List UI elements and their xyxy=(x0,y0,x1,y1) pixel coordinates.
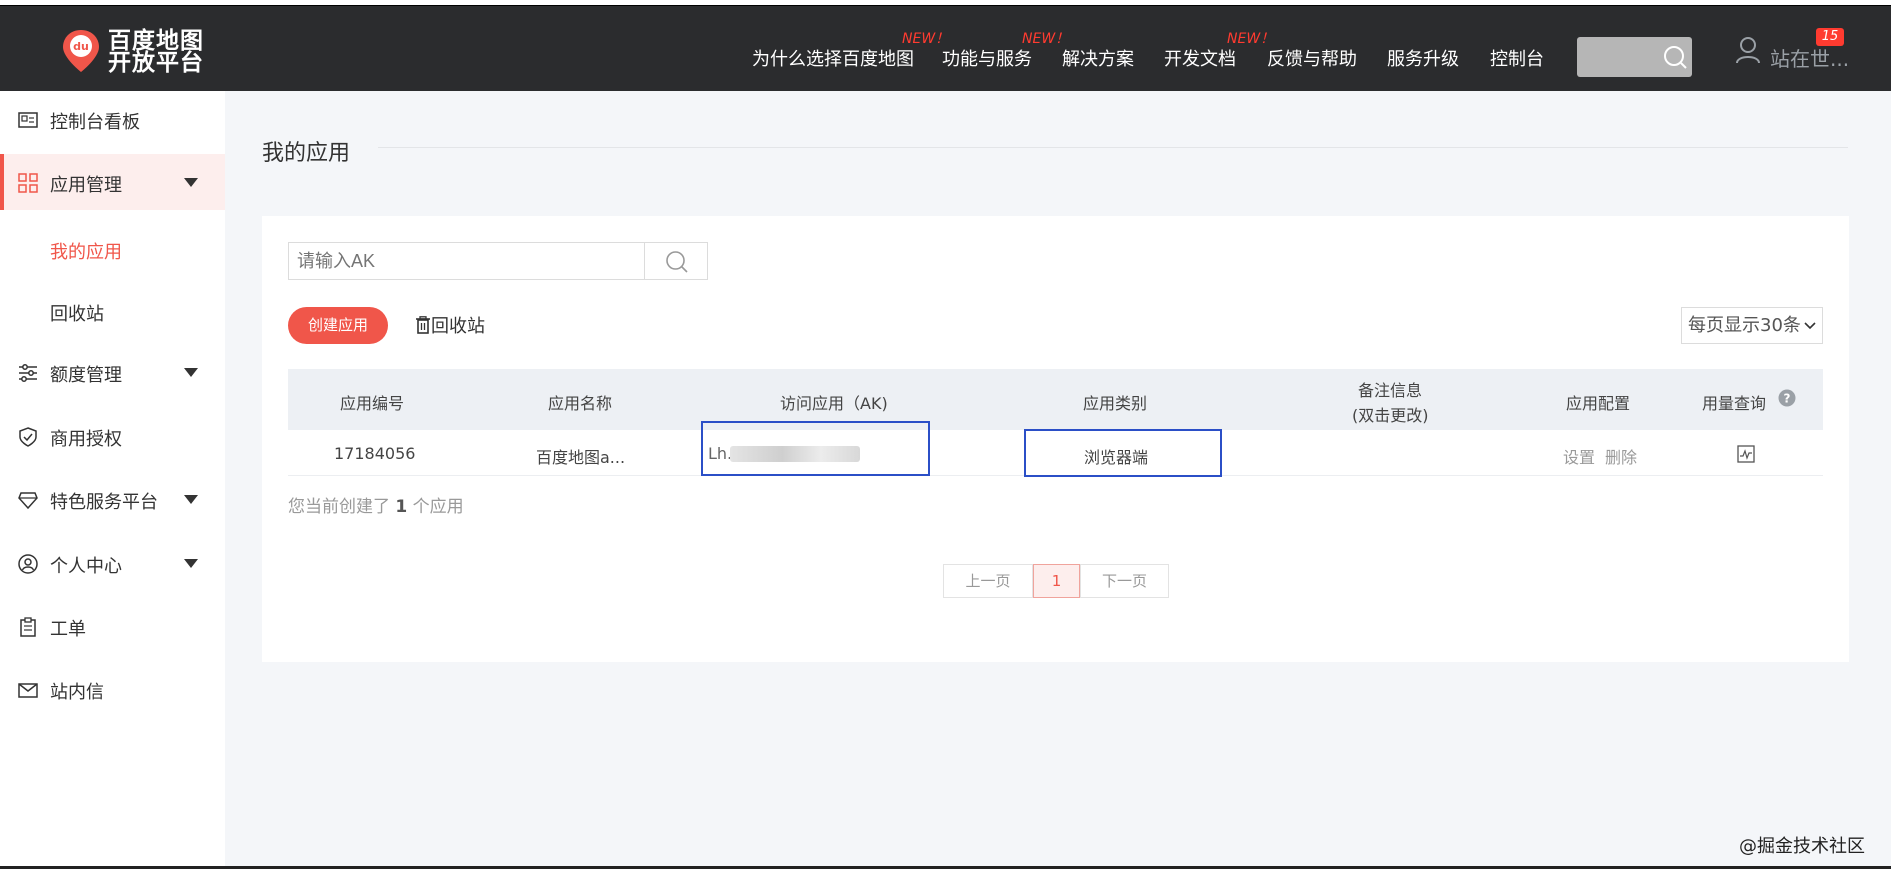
col-header-app-name: 应用名称 xyxy=(548,394,613,413)
col-header-ak: 访问应用（AK) xyxy=(780,394,888,413)
nav-console[interactable]: 控制台 xyxy=(1490,45,1544,71)
sidebar-item-label: 应用管理 xyxy=(50,175,122,196)
logo-line-2: 开放平台 xyxy=(108,50,204,76)
sidebar-item-label: 特色服务平台 xyxy=(50,492,158,513)
user-name[interactable]: 站在世... xyxy=(1770,43,1849,72)
sidebar: 控制台看板 应用管理 我的应用 回收站 额度管理 商用授权 特色服务平台 个人中… xyxy=(0,91,225,869)
nav-solutions[interactable]: 解决方案 xyxy=(1062,45,1134,71)
sidebar-item-quota-management[interactable]: 额度管理 xyxy=(0,344,225,400)
grid-icon xyxy=(18,173,38,193)
search-icon xyxy=(666,251,688,273)
sidebar-item-messages[interactable]: 站内信 xyxy=(0,661,225,717)
sidebar-item-commercial-license[interactable]: 商用授权 xyxy=(0,408,225,464)
shield-check-icon xyxy=(19,427,37,447)
sidebar-item-work-order[interactable]: 工单 xyxy=(0,598,225,654)
sidebar-item-featured-services[interactable]: 特色服务平台 xyxy=(0,471,225,527)
notification-badge[interactable]: 15 xyxy=(1816,28,1844,46)
help-icon[interactable]: ? xyxy=(1778,389,1796,407)
sidebar-item-label: 控制台看板 xyxy=(50,112,140,133)
title-divider xyxy=(378,147,1848,148)
caret-down-icon xyxy=(184,559,198,568)
caret-down-icon xyxy=(184,368,198,377)
sidebar-item-dashboard[interactable]: 控制台看板 xyxy=(0,91,225,147)
nav-feedback-help[interactable]: 反馈与帮助 xyxy=(1267,45,1357,71)
col-header-remark-hint: (双击更改) xyxy=(1352,406,1429,425)
usage-chart-icon[interactable] xyxy=(1737,445,1755,463)
page-size-select[interactable]: 每页显示30条 xyxy=(1681,307,1823,344)
ak-highlight-box xyxy=(701,421,930,476)
user-icon[interactable] xyxy=(1735,36,1761,64)
pager-next-button[interactable]: 下一页 xyxy=(1080,564,1169,598)
cell-app-id: 17184056 xyxy=(334,444,416,463)
watermark: @掘金技术社区 xyxy=(1739,836,1865,857)
page-title: 我的应用 xyxy=(262,141,351,166)
chevron-down-icon xyxy=(1804,322,1816,330)
col-header-usage-query: 用量查询 xyxy=(1702,394,1767,413)
apps-count-summary: 您当前创建了 1 个应用 xyxy=(288,492,464,517)
sidebar-subitem-recycle-bin[interactable]: 回收站 xyxy=(50,300,104,326)
top-navbar: du 百度地图 开放平台 为什么选择百度地图 NEW！ 功能与服务 NEW！ 解… xyxy=(0,5,1891,92)
config-delete-link[interactable]: 删除 xyxy=(1605,444,1637,468)
ak-search-button[interactable] xyxy=(644,242,708,280)
nav-why-baidu-map[interactable]: 为什么选择百度地图 xyxy=(752,45,914,71)
category-highlight-box xyxy=(1024,429,1222,477)
col-header-app-id: 应用编号 xyxy=(340,394,405,413)
sidebar-item-app-management[interactable]: 应用管理 xyxy=(0,154,225,210)
nav-dev-docs[interactable]: 开发文档 xyxy=(1164,45,1236,71)
caret-down-icon xyxy=(184,495,198,504)
recycle-bin-label: 回收站 xyxy=(431,316,485,337)
diamond-icon xyxy=(18,492,38,510)
sliders-icon xyxy=(19,364,37,382)
summary-suffix: 个应用 xyxy=(412,497,464,517)
col-header-app-config: 应用配置 xyxy=(1566,394,1631,413)
caret-down-icon xyxy=(184,178,198,187)
col-header-remark: 备注信息 xyxy=(1358,381,1423,400)
nav-features-services[interactable]: 功能与服务 xyxy=(942,45,1032,71)
pager-current-page[interactable]: 1 xyxy=(1033,564,1080,598)
trash-icon xyxy=(416,316,430,334)
svg-text:?: ? xyxy=(1784,392,1791,406)
summary-prefix: 您当前创建了 xyxy=(288,497,390,517)
sidebar-item-label: 商用授权 xyxy=(50,429,122,450)
logo-line-1: 百度地图 xyxy=(108,28,204,54)
mail-icon xyxy=(18,683,38,698)
sidebar-item-label: 额度管理 xyxy=(50,365,122,386)
page-size-label: 每页显示30条 xyxy=(1688,315,1801,336)
sidebar-item-label: 个人中心 xyxy=(50,556,122,577)
col-header-app-category: 应用类别 xyxy=(1083,394,1148,413)
sidebar-item-label: 工单 xyxy=(50,619,86,640)
sidebar-item-personal-center[interactable]: 个人中心 xyxy=(0,535,225,591)
config-set-link[interactable]: 设置 xyxy=(1563,444,1595,468)
user-circle-icon xyxy=(18,554,38,574)
pager-prev-button[interactable]: 上一页 xyxy=(943,564,1033,598)
sidebar-item-label: 站内信 xyxy=(50,682,104,703)
search-icon[interactable] xyxy=(1663,45,1687,69)
id-card-icon xyxy=(18,112,38,128)
create-app-button[interactable]: 创建应用 xyxy=(288,307,388,344)
logo-text[interactable]: 百度地图 开放平台 xyxy=(108,28,204,76)
ak-search-input[interactable] xyxy=(288,242,644,280)
header-search-box[interactable] xyxy=(1577,37,1692,77)
clipboard-icon xyxy=(20,617,36,637)
sidebar-subitem-my-apps[interactable]: 我的应用 xyxy=(50,238,122,264)
summary-count: 1 xyxy=(395,497,408,517)
svg-text:du: du xyxy=(73,40,89,53)
baidu-map-logo-icon[interactable]: du xyxy=(60,28,102,74)
nav-service-upgrade[interactable]: 服务升级 xyxy=(1387,45,1459,71)
cell-app-name[interactable]: 百度地图a... xyxy=(536,444,625,468)
recycle-bin-link[interactable]: 回收站 xyxy=(415,312,485,338)
